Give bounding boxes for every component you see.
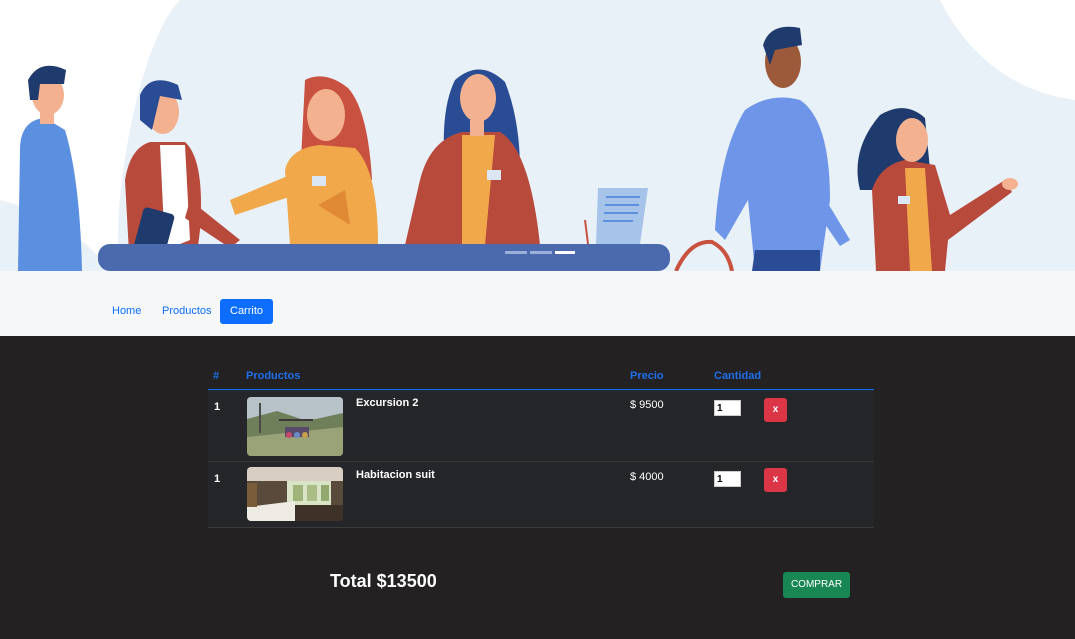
header-quantity: Cantidad xyxy=(714,370,762,382)
row-index: 1 xyxy=(214,401,221,413)
hero-banner xyxy=(0,0,1075,271)
header-product: Productos xyxy=(246,370,301,382)
product-image xyxy=(247,397,343,456)
product-name: Habitacion suit xyxy=(356,469,435,481)
person-1 xyxy=(18,65,82,271)
cart-table: # Productos Precio Cantidad 1 Excursion … xyxy=(208,366,874,528)
table-row: 1 Excursion 2 $ 9500 x xyxy=(208,390,874,462)
reception-desk xyxy=(98,244,670,271)
header-index: # xyxy=(213,370,220,382)
table-header: # Productos Precio Cantidad xyxy=(208,366,874,390)
hero-illustration xyxy=(0,0,1075,271)
remove-item-button[interactable]: x xyxy=(764,468,787,492)
cart-total: Total $13500 xyxy=(330,571,437,591)
remove-item-button[interactable]: x xyxy=(764,398,787,422)
nav-productos-link[interactable]: Productos xyxy=(152,299,222,324)
product-name: Excursion 2 xyxy=(356,397,419,409)
row-index: 1 xyxy=(214,473,221,485)
nav-carrito-link[interactable]: Carrito xyxy=(220,299,274,324)
quantity-input[interactable] xyxy=(714,471,741,487)
product-price: $ 9500 xyxy=(630,399,664,411)
nav-bar: Home Productos Carrito xyxy=(0,271,1075,336)
nav-home-link[interactable]: Home xyxy=(102,299,151,324)
quantity-input[interactable] xyxy=(714,400,741,416)
product-image xyxy=(247,467,343,521)
product-price: $ 4000 xyxy=(630,471,664,483)
header-price: Precio xyxy=(630,370,664,382)
buy-button[interactable]: COMPRAR xyxy=(783,572,850,598)
table-row: 1 Habitacion suit $ 4000 x xyxy=(208,462,874,528)
